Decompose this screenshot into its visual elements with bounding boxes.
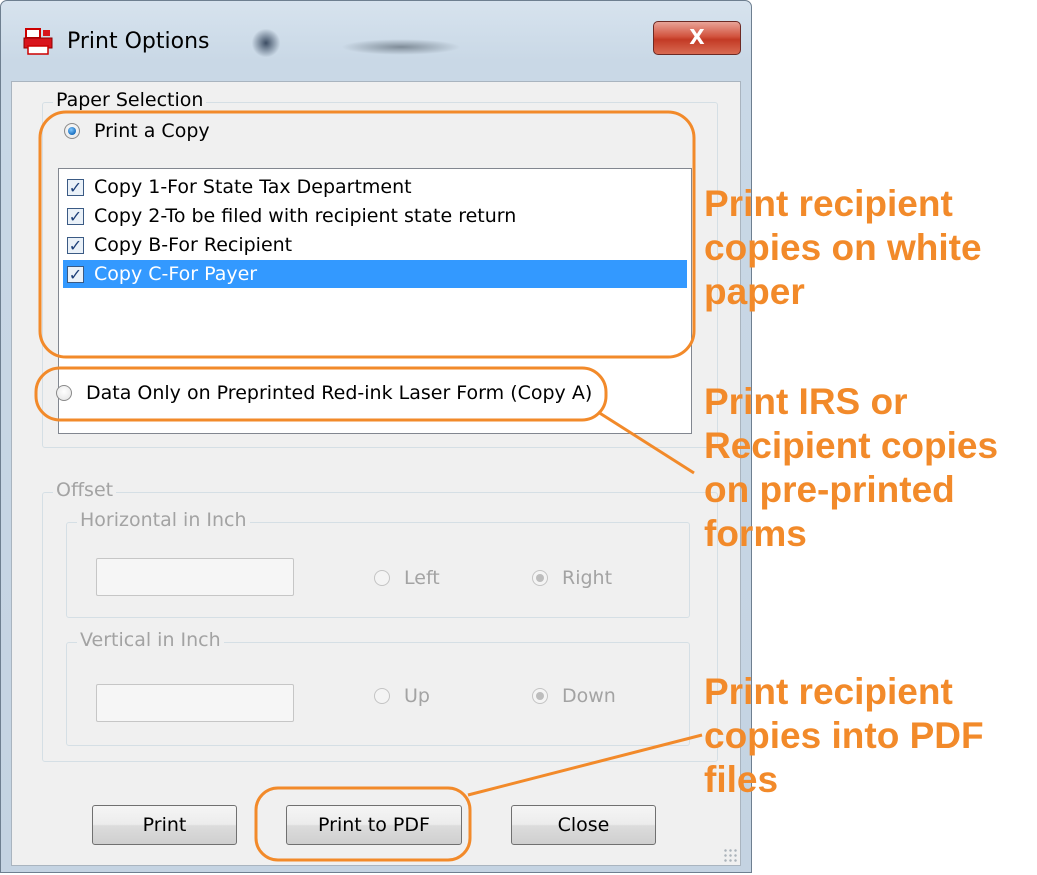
left-label: Left bbox=[404, 567, 440, 589]
copy-label: Copy B-For Recipient bbox=[94, 234, 293, 256]
paper-selection-label: Paper Selection bbox=[53, 89, 207, 111]
radio-unchecked-icon[interactable] bbox=[374, 570, 390, 586]
radio-checked-icon[interactable] bbox=[532, 688, 548, 704]
close-button[interactable]: Close bbox=[511, 805, 656, 845]
dialog-body: Paper Selection Print a Copy ✓ Copy 1-Fo… bbox=[11, 81, 741, 866]
horizontal-label: Horizontal in Inch bbox=[77, 509, 250, 531]
up-label: Up bbox=[404, 685, 430, 707]
horizontal-offset-input[interactable] bbox=[96, 558, 294, 596]
window-close-button[interactable]: X bbox=[653, 21, 741, 55]
print-copy-label: Print a Copy bbox=[94, 120, 210, 142]
background-blur bbox=[251, 29, 281, 57]
radio-unchecked-icon[interactable] bbox=[374, 688, 390, 704]
radio-checked-icon[interactable] bbox=[64, 123, 80, 139]
print-options-window: Print Options X Paper Selection Print a … bbox=[0, 0, 752, 873]
window-title: Print Options bbox=[67, 29, 210, 54]
up-radio[interactable]: Up bbox=[374, 685, 430, 707]
data-only-label: Data Only on Preprinted Red-ink Laser Fo… bbox=[86, 382, 593, 404]
resize-grip-icon[interactable] bbox=[723, 848, 737, 862]
print-button[interactable]: Print bbox=[92, 805, 237, 845]
copy-label: Copy 1-For State Tax Department bbox=[94, 176, 412, 198]
annotation-preprinted: Print IRS or Recipient copies on pre-pri… bbox=[704, 381, 999, 554]
annotation-white-paper: Print recipient copies on white paper bbox=[704, 183, 982, 312]
print-copy-radio[interactable]: Print a Copy bbox=[64, 120, 210, 142]
offset-label: Offset bbox=[53, 479, 117, 501]
down-radio[interactable]: Down bbox=[532, 685, 616, 707]
radio-checked-icon[interactable] bbox=[532, 570, 548, 586]
vertical-offset-input[interactable] bbox=[96, 684, 294, 722]
list-item-selected[interactable]: ✓ Copy C-For Payer bbox=[63, 260, 687, 288]
checkbox-checked-icon[interactable]: ✓ bbox=[67, 207, 84, 225]
title-bar[interactable]: Print Options X bbox=[1, 1, 751, 81]
checkbox-checked-icon[interactable]: ✓ bbox=[67, 236, 84, 254]
radio-unchecked-icon[interactable] bbox=[56, 385, 72, 401]
down-label: Down bbox=[562, 685, 616, 707]
left-radio[interactable]: Left bbox=[374, 567, 440, 589]
right-label: Right bbox=[562, 567, 613, 589]
right-radio[interactable]: Right bbox=[532, 567, 612, 589]
data-only-radio[interactable]: Data Only on Preprinted Red-ink Laser Fo… bbox=[56, 382, 592, 404]
list-item[interactable]: ✓ Copy B-For Recipient bbox=[63, 231, 687, 259]
printer-red-icon bbox=[23, 28, 53, 55]
copy-label: Copy C-For Payer bbox=[94, 263, 258, 285]
checkbox-checked-icon[interactable]: ✓ bbox=[67, 265, 84, 283]
background-blur bbox=[341, 39, 461, 55]
print-to-pdf-button[interactable]: Print to PDF bbox=[286, 805, 462, 845]
list-item[interactable]: ✓ Copy 1-For State Tax Department bbox=[63, 173, 687, 201]
checkbox-checked-icon[interactable]: ✓ bbox=[67, 178, 84, 196]
vertical-label: Vertical in Inch bbox=[77, 629, 224, 651]
annotation-pdf: Print recipient copies into PDF files bbox=[704, 671, 984, 800]
copy-label: Copy 2-To be filed with recipient state … bbox=[94, 205, 517, 227]
list-item[interactable]: ✓ Copy 2-To be filed with recipient stat… bbox=[63, 202, 687, 230]
